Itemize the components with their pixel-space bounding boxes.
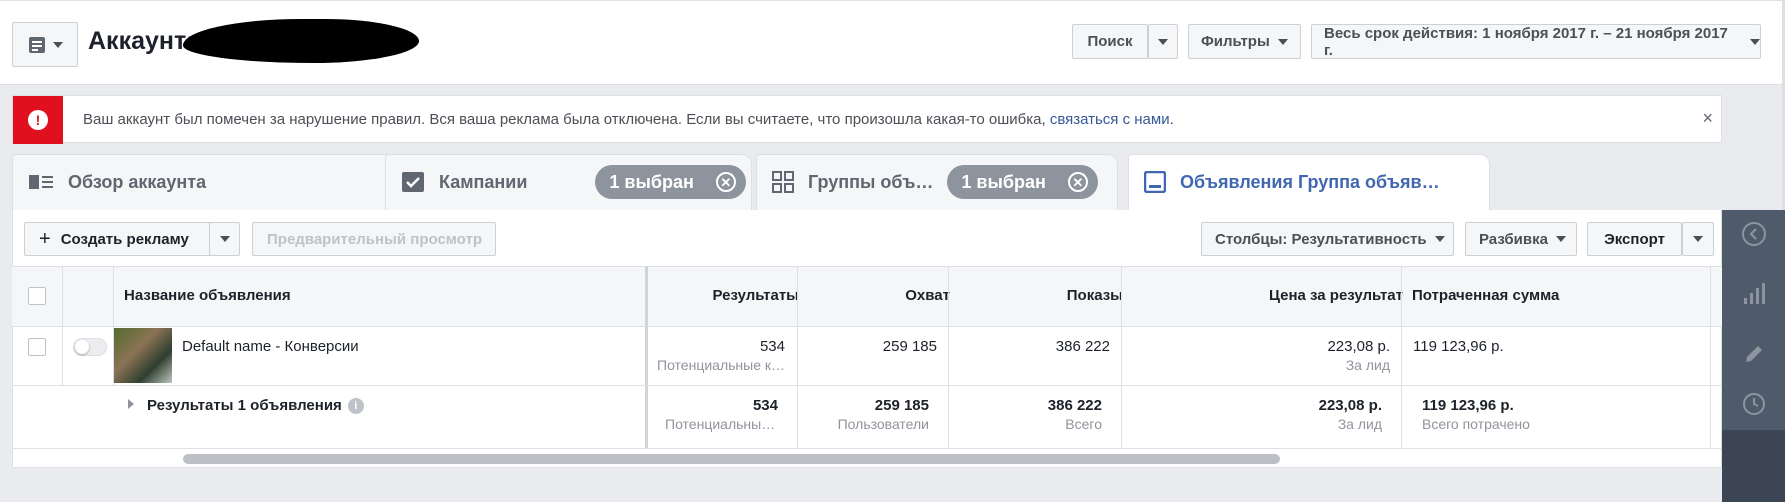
close-icon[interactable]: ×	[1702, 108, 1713, 129]
export-button[interactable]: Экспорт	[1587, 222, 1682, 256]
chevron-down-icon	[1750, 38, 1760, 45]
cost-type: За лид	[1345, 357, 1390, 373]
selected-pill[interactable]: 1 выбран ✕	[595, 165, 746, 199]
clear-selection-icon[interactable]: ✕	[715, 172, 736, 192]
summary-cost-type: За лид	[1337, 416, 1382, 432]
summary-results-type: Потенциальны…	[665, 416, 776, 432]
tab-label: Кампании	[439, 171, 528, 192]
document-icon	[29, 36, 45, 53]
ad-status-toggle[interactable]	[73, 338, 107, 356]
plus-icon: +	[39, 228, 51, 250]
column-header[interactable]: Название объявления	[124, 287, 291, 304]
top-bar: Аккаунт: Поиск Фильтры Весь срок действи…	[0, 0, 1785, 85]
date-range-picker[interactable]: Весь срок действия: 1 ноября 2017 г. – 2…	[1311, 24, 1761, 59]
create-ad-dropdown-button[interactable]	[209, 222, 240, 256]
account-title: Аккаунт:	[88, 27, 195, 55]
summary-label: Результаты 1 объявления	[147, 397, 342, 414]
clock-icon[interactable]	[1740, 390, 1768, 418]
info-icon[interactable]: i	[347, 398, 364, 415]
right-side-rail	[1722, 210, 1785, 502]
collapse-icon[interactable]	[1740, 220, 1768, 248]
grid-icon	[772, 171, 794, 193]
policy-violation-alert: ! Ваш аккаунт был помечен за нарушение п…	[12, 95, 1722, 144]
table-header: Название объявления Результаты Охват Пок…	[12, 266, 1722, 327]
search-button[interactable]: Поиск	[1072, 24, 1148, 59]
ad-name[interactable]: Default name - Конверсии	[182, 338, 359, 355]
chevron-down-icon	[1434, 236, 1445, 242]
tab-account-overview[interactable]: Обзор аккаунта	[12, 154, 402, 210]
summary-results: 534	[752, 397, 778, 414]
alert-icon: !	[13, 96, 63, 144]
results-value: 534	[759, 338, 785, 355]
summary-impressions-type: Всего	[1065, 416, 1102, 432]
cost-per-result-value: 223,08 р.	[1327, 338, 1390, 355]
create-ad-button[interactable]: + Создать рекламу	[24, 222, 238, 256]
column-header[interactable]: Потраченная сумма	[1412, 287, 1559, 304]
checkbox-icon	[402, 172, 424, 192]
chevron-down-icon	[219, 236, 230, 242]
chart-icon[interactable]	[1740, 280, 1768, 308]
chevron-down-icon	[53, 41, 63, 48]
ad-icon	[1144, 171, 1166, 193]
row-checkbox[interactable]	[28, 338, 46, 356]
column-header[interactable]: Охват	[905, 287, 950, 304]
tab-label: Объявления Группа объяв…	[1180, 171, 1440, 192]
summary-reach: 259 185	[874, 397, 929, 414]
column-header[interactable]: Показы	[1067, 287, 1123, 304]
expand-arrow-icon[interactable]	[128, 399, 134, 409]
filters-button[interactable]: Фильтры	[1188, 24, 1301, 59]
results-type: Потенциальные к…	[657, 357, 785, 373]
chevron-down-icon	[1693, 236, 1703, 242]
selected-pill[interactable]: 1 выбран ✕	[947, 165, 1098, 199]
columns-button[interactable]: Столбцы: Результативность	[1201, 222, 1454, 256]
select-all-checkbox[interactable]	[28, 287, 46, 305]
redacted-account-name	[183, 19, 419, 63]
reach-value: 259 185	[882, 338, 937, 355]
contact-us-link[interactable]: связаться с нами	[1050, 111, 1170, 128]
ad-thumbnail	[114, 328, 172, 383]
clear-selection-icon[interactable]: ✕	[1067, 172, 1088, 192]
summary-spent-type: Всего потрачено	[1422, 416, 1530, 432]
horizontal-scrollbar[interactable]	[183, 454, 1280, 464]
column-header[interactable]: Цена за результат	[1269, 287, 1403, 304]
search-dropdown-button[interactable]	[1148, 24, 1178, 59]
account-menu-button[interactable]	[12, 22, 78, 67]
chevron-down-icon	[1158, 38, 1168, 45]
alert-message: Ваш аккаунт был помечен за нарушение пра…	[83, 111, 1050, 128]
breakdown-button[interactable]: Разбивка	[1465, 222, 1577, 256]
summary-spent: 119 123,96 р.	[1422, 397, 1514, 414]
chevron-down-icon	[1277, 38, 1288, 45]
preview-button[interactable]: Предварительный просмотр	[252, 222, 496, 256]
tab-campaigns[interactable]: Кампании 1 выбран ✕	[385, 154, 752, 210]
tab-label: Обзор аккаунта	[68, 171, 207, 192]
amount-spent-value: 119 123,96 р.	[1413, 338, 1504, 355]
column-header[interactable]: Результаты	[713, 287, 799, 304]
tab-ads[interactable]: Объявления Группа объяв…	[1128, 154, 1490, 210]
summary-impressions: 386 222	[1047, 397, 1102, 414]
tab-label: Группы объ…	[808, 171, 934, 192]
export-dropdown-button[interactable]	[1682, 222, 1714, 256]
tab-ad-sets[interactable]: Группы объ… 1 выбран ✕	[756, 154, 1118, 210]
summary-cost: 223,08 р.	[1318, 397, 1382, 414]
summary-reach-type: Пользователи	[837, 416, 929, 432]
overview-icon	[29, 175, 53, 189]
impressions-value: 386 222	[1055, 338, 1110, 355]
pencil-icon[interactable]	[1740, 340, 1768, 368]
chevron-down-icon	[1555, 236, 1566, 242]
